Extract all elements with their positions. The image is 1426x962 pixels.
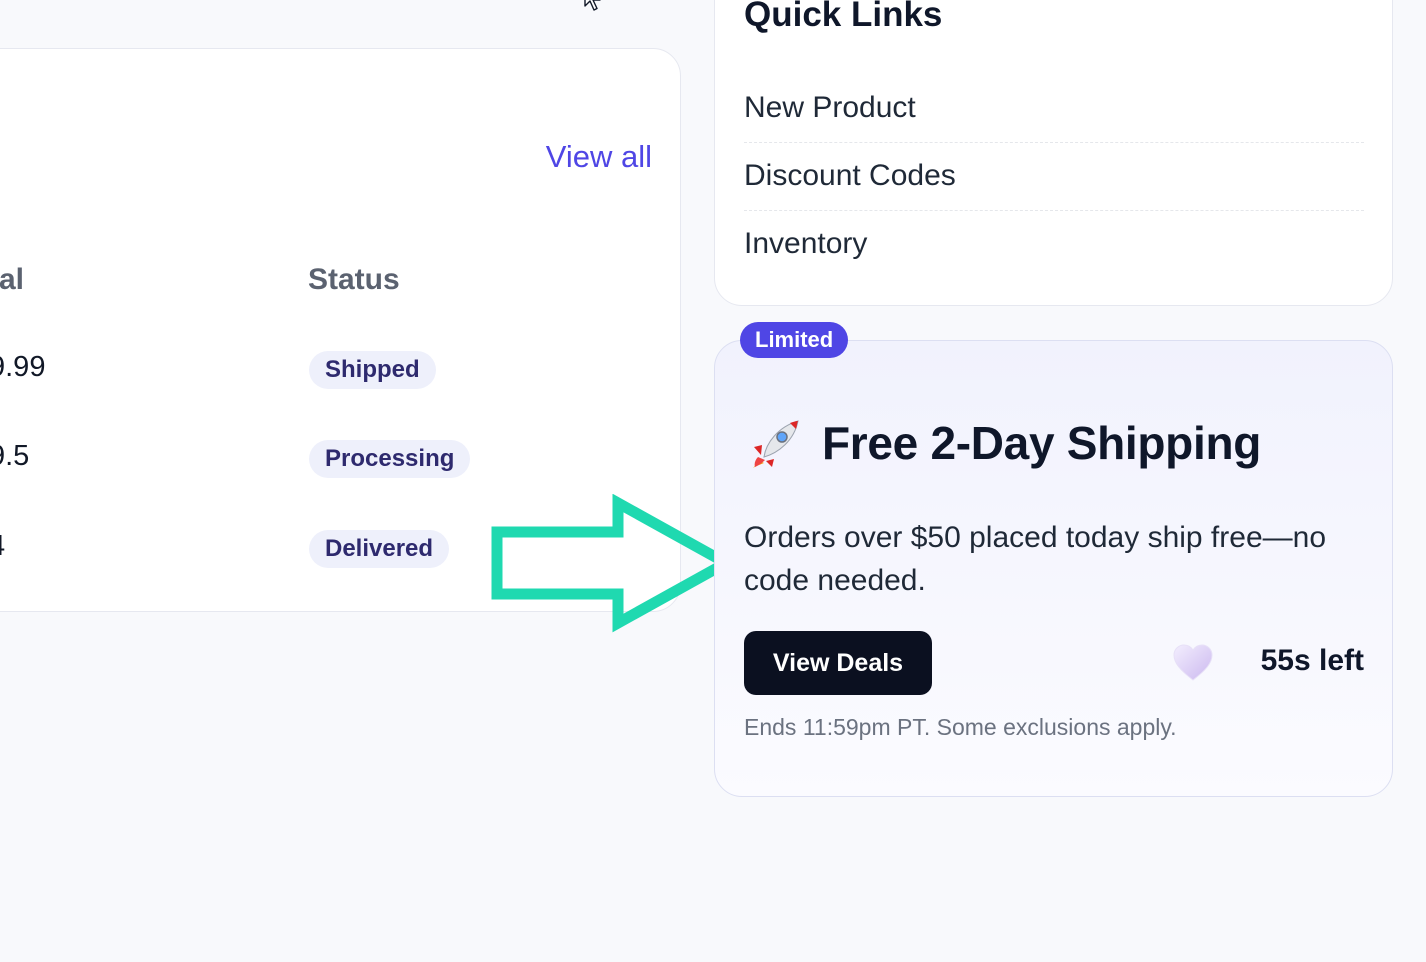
quick-links-card: Quick Links New Product Discount Codes I… bbox=[714, 0, 1393, 306]
promo-title-row: Free 2-Day Shipping bbox=[752, 416, 1261, 470]
countdown-timer: 55s left bbox=[1260, 644, 1364, 677]
mouse-cursor-icon bbox=[584, 0, 601, 11]
quick-link-inventory[interactable]: Inventory bbox=[744, 211, 1364, 279]
promo-fine-print: Ends 11:59pm PT. Some exclusions apply. bbox=[744, 714, 1177, 740]
order-total-cell: 9.99 bbox=[0, 351, 46, 383]
column-header-status: Status bbox=[308, 263, 400, 296]
quick-link-discount-codes[interactable]: Discount Codes bbox=[744, 143, 1364, 211]
promo-description: Orders over $50 placed today ship free—n… bbox=[744, 521, 1326, 597]
quick-links-title: Quick Links bbox=[744, 0, 943, 34]
promo-title: Free 2-Day Shipping bbox=[822, 417, 1262, 469]
view-all-link[interactable]: View all bbox=[546, 139, 652, 175]
order-total-cell: 9.5 bbox=[0, 440, 30, 472]
order-total-cell: 4 bbox=[0, 530, 5, 563]
status-badge-processing: Processing bbox=[309, 440, 471, 478]
quick-link-new-product[interactable]: New Product bbox=[744, 75, 1364, 143]
limited-badge: Limited bbox=[740, 322, 849, 358]
heart-icon[interactable] bbox=[1172, 644, 1214, 682]
column-header-total: tal bbox=[0, 263, 25, 296]
status-badge-delivered: Delivered bbox=[309, 530, 450, 568]
status-badge-shipped: Shipped bbox=[309, 351, 436, 389]
annotation-arrow-icon bbox=[491, 494, 738, 633]
rocket-icon bbox=[753, 420, 799, 468]
view-deals-button[interactable]: View Deals bbox=[744, 631, 932, 695]
quick-links-list: New Product Discount Codes Inventory bbox=[744, 75, 1364, 279]
